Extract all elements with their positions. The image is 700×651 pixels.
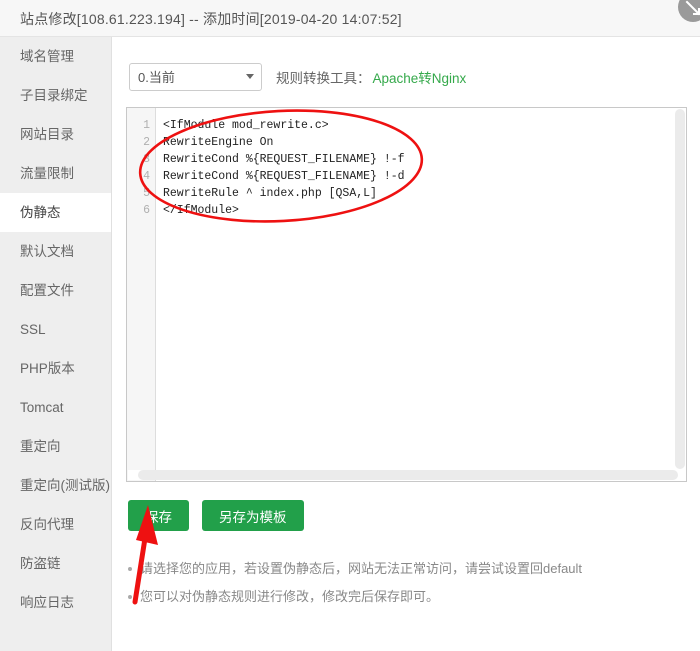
site-edit-dialog: 站点修改[108.61.223.194] -- 添加时间[2019-04-20 … <box>0 0 700 651</box>
sidebar-item[interactable]: PHP版本 <box>0 349 111 388</box>
main-content: 0.当前 规则转换工具： Apache转Nginx 1 2 3 4 5 6 <IfModu… <box>113 37 700 651</box>
help-notes: 请选择您的应用，若设置伪静态后，网站无法正常访问，请尝试设置回default 您可… <box>128 555 668 611</box>
line-number: 5 <box>143 187 150 200</box>
sidebar-item-label: 配置文件 <box>20 283 74 298</box>
sidebar-item[interactable]: 默认文档 <box>0 232 111 271</box>
help-note: 您可以对伪静态规则进行修改，修改完后保存即可。 <box>128 583 668 611</box>
sidebar-item-label: SSL <box>20 322 46 337</box>
help-note-text: 您可以对伪静态规则进行修改，修改完后保存即可。 <box>140 589 440 604</box>
code-line[interactable]: </IfModule> <box>163 202 674 219</box>
code-line[interactable]: <IfModule mod_rewrite.c> <box>163 117 674 134</box>
code-line[interactable]: RewriteEngine On <box>163 134 674 151</box>
sidebar-item[interactable]: 域名管理 <box>0 37 111 76</box>
dialog-title: 站点修改[108.61.223.194] -- 添加时间[2019-04-20 … <box>20 11 402 27</box>
sidebar-item-label: Tomcat <box>20 400 64 415</box>
sidebar-item[interactable]: 响应日志 <box>0 583 111 622</box>
sidebar-item-label: 响应日志 <box>20 595 74 610</box>
editor-horizontal-scrollbar-thumb[interactable] <box>138 470 679 480</box>
editor-gutter: 1 2 3 4 5 6 <box>127 108 156 481</box>
editor-toolbar: 0.当前 规则转换工具： Apache转Nginx <box>129 63 466 91</box>
help-note: 请选择您的应用，若设置伪静态后，网站无法正常访问，请尝试设置回default <box>128 555 668 583</box>
editor-vertical-scrollbar-thumb[interactable] <box>675 109 685 469</box>
sidebar-item[interactable]: 重定向(测试版) <box>0 466 111 505</box>
help-note-text: 请选择您的应用，若设置伪静态后，网站无法正常访问，请尝试设置回default <box>140 561 583 576</box>
sidebar-item[interactable]: 网站目录 <box>0 115 111 154</box>
sidebar-item-label: 反向代理 <box>20 517 74 532</box>
action-buttons: 保存 另存为模板 <box>128 500 304 531</box>
save-button[interactable]: 保存 <box>128 500 189 531</box>
code-line[interactable]: RewriteCond %{REQUEST_FILENAME} !-d <box>163 168 674 185</box>
code-line[interactable]: RewriteRule ^ index.php [QSA,L] <box>163 185 674 202</box>
line-number: 6 <box>143 204 150 217</box>
sidebar-item-label: 伪静态 <box>20 205 61 220</box>
converter-label: 规则转换工具： <box>276 71 371 86</box>
line-number: 2 <box>143 136 150 149</box>
sidebar-item-label: 防盗链 <box>20 556 61 571</box>
line-number: 4 <box>143 170 150 183</box>
editor-horizontal-scrollbar[interactable] <box>128 470 685 480</box>
code-line[interactable]: RewriteCond %{REQUEST_FILENAME} !-f <box>163 151 674 168</box>
sidebar-item-label: 默认文档 <box>20 244 74 259</box>
sidebar-item[interactable]: 子目录绑定 <box>0 76 111 115</box>
sidebar-item[interactable]: Tomcat <box>0 388 111 427</box>
bullet-icon <box>128 567 132 571</box>
sidebar-item[interactable]: 伪静态 <box>0 193 111 232</box>
line-number: 1 <box>143 119 150 132</box>
sidebar-item-label: 重定向 <box>20 439 61 454</box>
sidebar-item[interactable]: 防盗链 <box>0 544 111 583</box>
editor-code-area[interactable]: <IfModule mod_rewrite.c> RewriteEngine On… <box>157 108 674 470</box>
sidebar-item[interactable]: 配置文件 <box>0 271 111 310</box>
sidebar-item-label: 重定向(测试版) <box>20 478 110 493</box>
app-select-wrapper: 0.当前 <box>129 63 262 91</box>
apache-to-nginx-link[interactable]: Apache转Nginx <box>373 67 467 87</box>
sidebar-item-label: 域名管理 <box>20 49 74 64</box>
sidebar-item-label: 流量限制 <box>20 166 74 181</box>
settings-sidebar: 域名管理子目录绑定网站目录流量限制伪静态默认文档配置文件 SSL PHP版本 Tomc… <box>0 37 112 651</box>
sidebar-item[interactable]: 反向代理 <box>0 505 111 544</box>
line-number: 3 <box>143 153 150 166</box>
sidebar-item-label: 子目录绑定 <box>20 88 88 103</box>
bullet-icon <box>128 595 132 599</box>
sidebar-item[interactable]: 流量限制 <box>0 154 111 193</box>
sidebar-item[interactable]: 重定向 <box>0 427 111 466</box>
editor-vertical-scrollbar[interactable] <box>675 109 685 469</box>
save-as-template-button[interactable]: 另存为模板 <box>202 500 304 531</box>
rewrite-preset-select[interactable]: 0.当前 <box>129 63 262 91</box>
dialog-titlebar: 站点修改[108.61.223.194] -- 添加时间[2019-04-20 … <box>0 0 700 37</box>
sidebar-item-label: 网站目录 <box>20 127 74 142</box>
rewrite-rule-editor[interactable]: 1 2 3 4 5 6 <IfModule mod_rewrite.c> RewriteEn… <box>126 107 687 482</box>
sidebar-item[interactable]: SSL <box>0 310 111 349</box>
expand-arrow-icon[interactable] <box>678 0 700 22</box>
sidebar-item-label: PHP版本 <box>20 361 75 376</box>
